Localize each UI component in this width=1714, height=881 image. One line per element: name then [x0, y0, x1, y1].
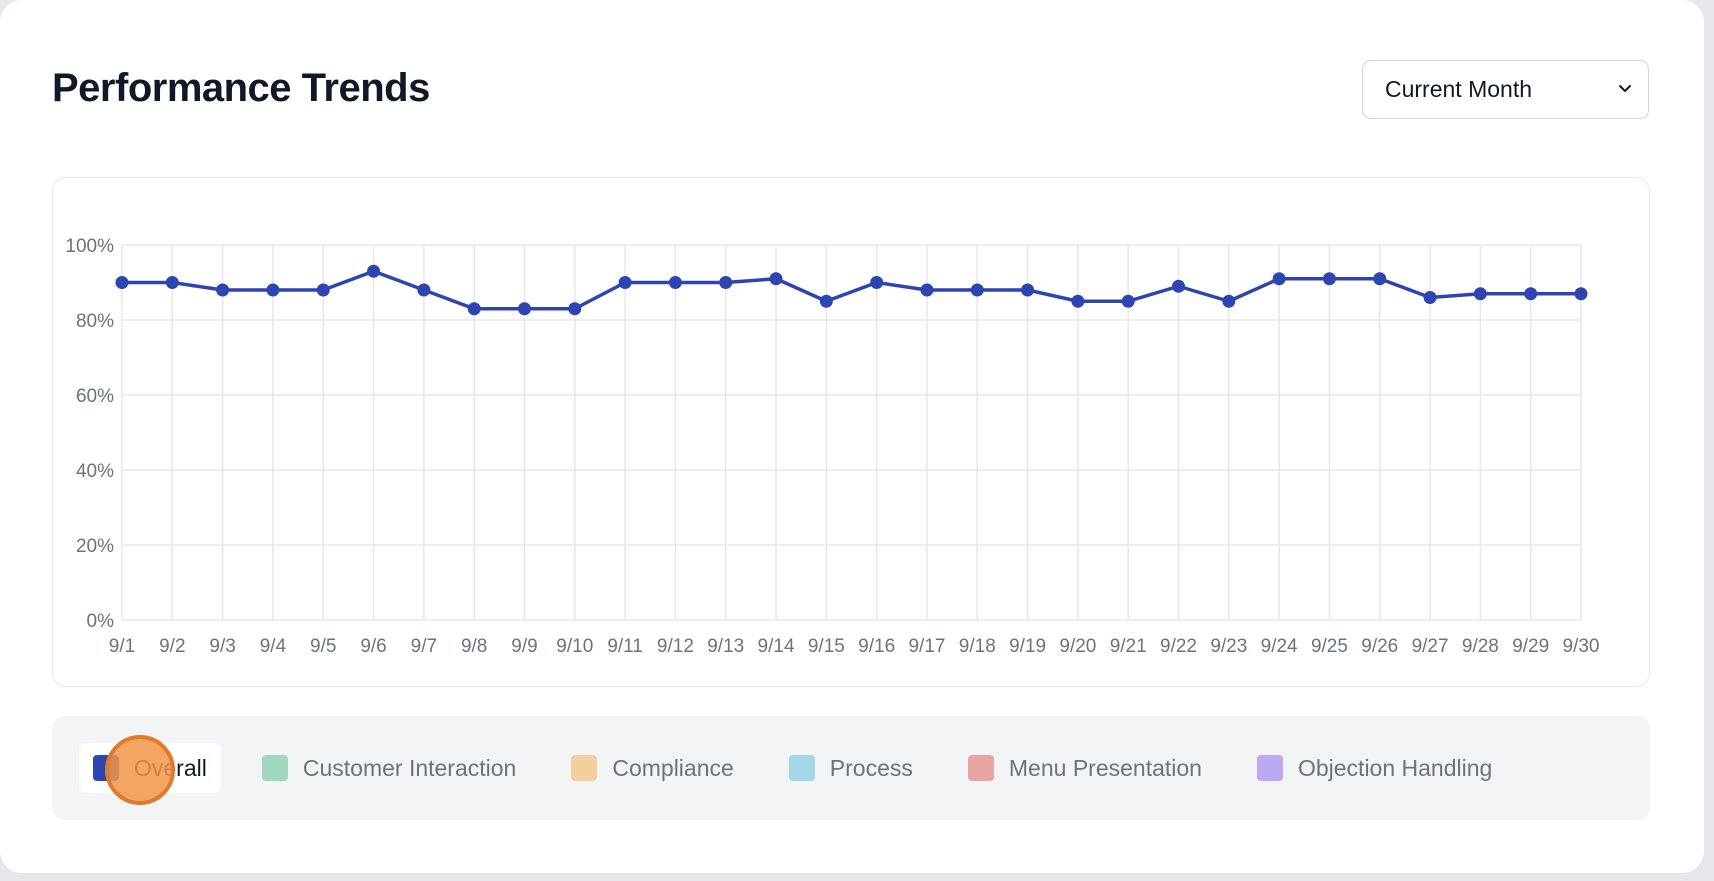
data-point: [1574, 287, 1588, 301]
data-point: [970, 283, 984, 297]
x-tick-label: 9/11: [607, 636, 643, 657]
x-tick-label: 9/27: [1412, 636, 1449, 657]
x-tick-label: 9/24: [1261, 636, 1298, 657]
legend-swatch: [261, 755, 288, 781]
legend-swatch: [571, 755, 598, 781]
data-point: [819, 294, 833, 308]
legend-item-overall[interactable]: Overall: [79, 743, 221, 793]
x-tick-label: 9/25: [1311, 636, 1348, 657]
x-tick-label: 9/19: [1009, 636, 1046, 657]
data-point: [618, 276, 632, 289]
data-point: [316, 283, 330, 297]
x-tick-label: 9/18: [959, 636, 996, 657]
data-point: [1121, 294, 1135, 308]
x-tick-label: 9/26: [1361, 636, 1398, 657]
series-line-overall: [122, 269, 1581, 311]
legend-item-menu-presentation[interactable]: Menu Presentation: [954, 743, 1216, 793]
legend-item-objection-handling[interactable]: Objection Handling: [1243, 743, 1506, 793]
data-point: [1373, 272, 1387, 286]
y-tick-label: 80%: [76, 311, 114, 332]
data-point: [115, 276, 129, 289]
chevron-down-icon: [1619, 85, 1631, 92]
data-point: [266, 283, 280, 297]
line-chart: 0% 20% 40% 60% 80% 100% 9/1 9/2 9/3 9/4 9/5 9/6 9/7 9…: [65, 236, 1600, 657]
x-tick-label: 9/29: [1512, 636, 1549, 657]
x-tick-label: 9/1: [109, 636, 135, 657]
x-tick-label: 9/22: [1160, 636, 1197, 657]
data-point: [568, 302, 582, 316]
data-point: [417, 283, 431, 297]
data-point: [367, 264, 381, 278]
y-tick-label: 60%: [76, 386, 114, 407]
x-tick-label: 9/2: [159, 636, 185, 657]
x-tick-label: 9/20: [1059, 636, 1096, 657]
x-tick-label: 9/12: [657, 636, 694, 657]
data-point: [769, 272, 783, 286]
x-tick-label: 9/16: [858, 636, 895, 657]
x-tick-label: 9/10: [556, 636, 593, 657]
performance-trends-card: Performance Trends Current Month 0% 20% 40…: [0, 0, 1704, 873]
x-tick-label: 9/4: [260, 636, 287, 657]
chart-container: 0% 20% 40% 60% 80% 100% 9/1 9/2 9/3 9/4 9/5 9/6 9/7 9…: [52, 177, 1650, 687]
data-point: [1322, 272, 1336, 286]
y-tick-label: 20%: [76, 536, 114, 557]
data-point: [719, 276, 733, 289]
data-point: [1423, 291, 1437, 304]
x-tick-label: 9/15: [808, 636, 845, 657]
data-point: [920, 283, 934, 297]
data-point: [165, 276, 179, 289]
data-point: [870, 276, 884, 289]
data-point: [1021, 283, 1035, 297]
data-point: [517, 302, 531, 316]
y-tick-label: 100%: [65, 236, 114, 257]
legend-label: Objection Handling: [1297, 754, 1493, 781]
legend-label: Compliance: [612, 754, 734, 781]
x-tick-label: 9/13: [707, 636, 744, 657]
x-tick-label: 9/5: [310, 636, 336, 657]
y-tick-label: 0%: [87, 611, 115, 632]
data-point: [1071, 294, 1085, 308]
x-tick-label: 9/21: [1110, 636, 1147, 657]
x-tick-label: 9/14: [758, 636, 795, 657]
period-select-value: Current Month: [1385, 76, 1533, 102]
x-tick-label: 9/9: [511, 636, 537, 657]
data-point: [1172, 279, 1186, 293]
legend-swatch: [788, 755, 815, 781]
page-title: Performance Trends: [52, 66, 430, 110]
legend-swatch: [1256, 755, 1283, 781]
legend-item-customer-interaction[interactable]: Customer Interaction: [248, 743, 530, 793]
x-tick-label: 9/23: [1210, 636, 1247, 657]
x-tick-label: 9/17: [908, 636, 945, 657]
legend: Overall Customer Interaction Compliance …: [52, 716, 1650, 820]
legend-label: Menu Presentation: [1008, 754, 1202, 781]
legend-label: Customer Interaction: [302, 754, 517, 781]
x-tick-label: 9/30: [1563, 636, 1600, 657]
x-tick-label: 9/6: [360, 636, 386, 657]
legend-label: Overall: [134, 754, 207, 781]
y-tick-label: 40%: [76, 461, 114, 482]
data-point: [216, 283, 230, 297]
data-point: [668, 276, 682, 289]
data-point: [1272, 272, 1286, 286]
data-point: [467, 302, 481, 316]
legend-label: Process: [829, 754, 913, 781]
legend-item-compliance[interactable]: Compliance: [557, 743, 747, 793]
data-point: [1473, 287, 1487, 301]
x-tick-label: 9/8: [461, 636, 487, 657]
legend-item-process[interactable]: Process: [775, 743, 927, 793]
x-tick-label: 9/28: [1462, 636, 1499, 657]
data-point: [1524, 287, 1538, 301]
x-tick-label: 9/3: [209, 636, 235, 657]
data-point: [1222, 294, 1236, 308]
period-select[interactable]: Current Month: [1362, 60, 1649, 119]
x-tick-label: 9/7: [411, 636, 437, 657]
legend-swatch: [967, 755, 994, 781]
legend-swatch: [93, 755, 119, 781]
